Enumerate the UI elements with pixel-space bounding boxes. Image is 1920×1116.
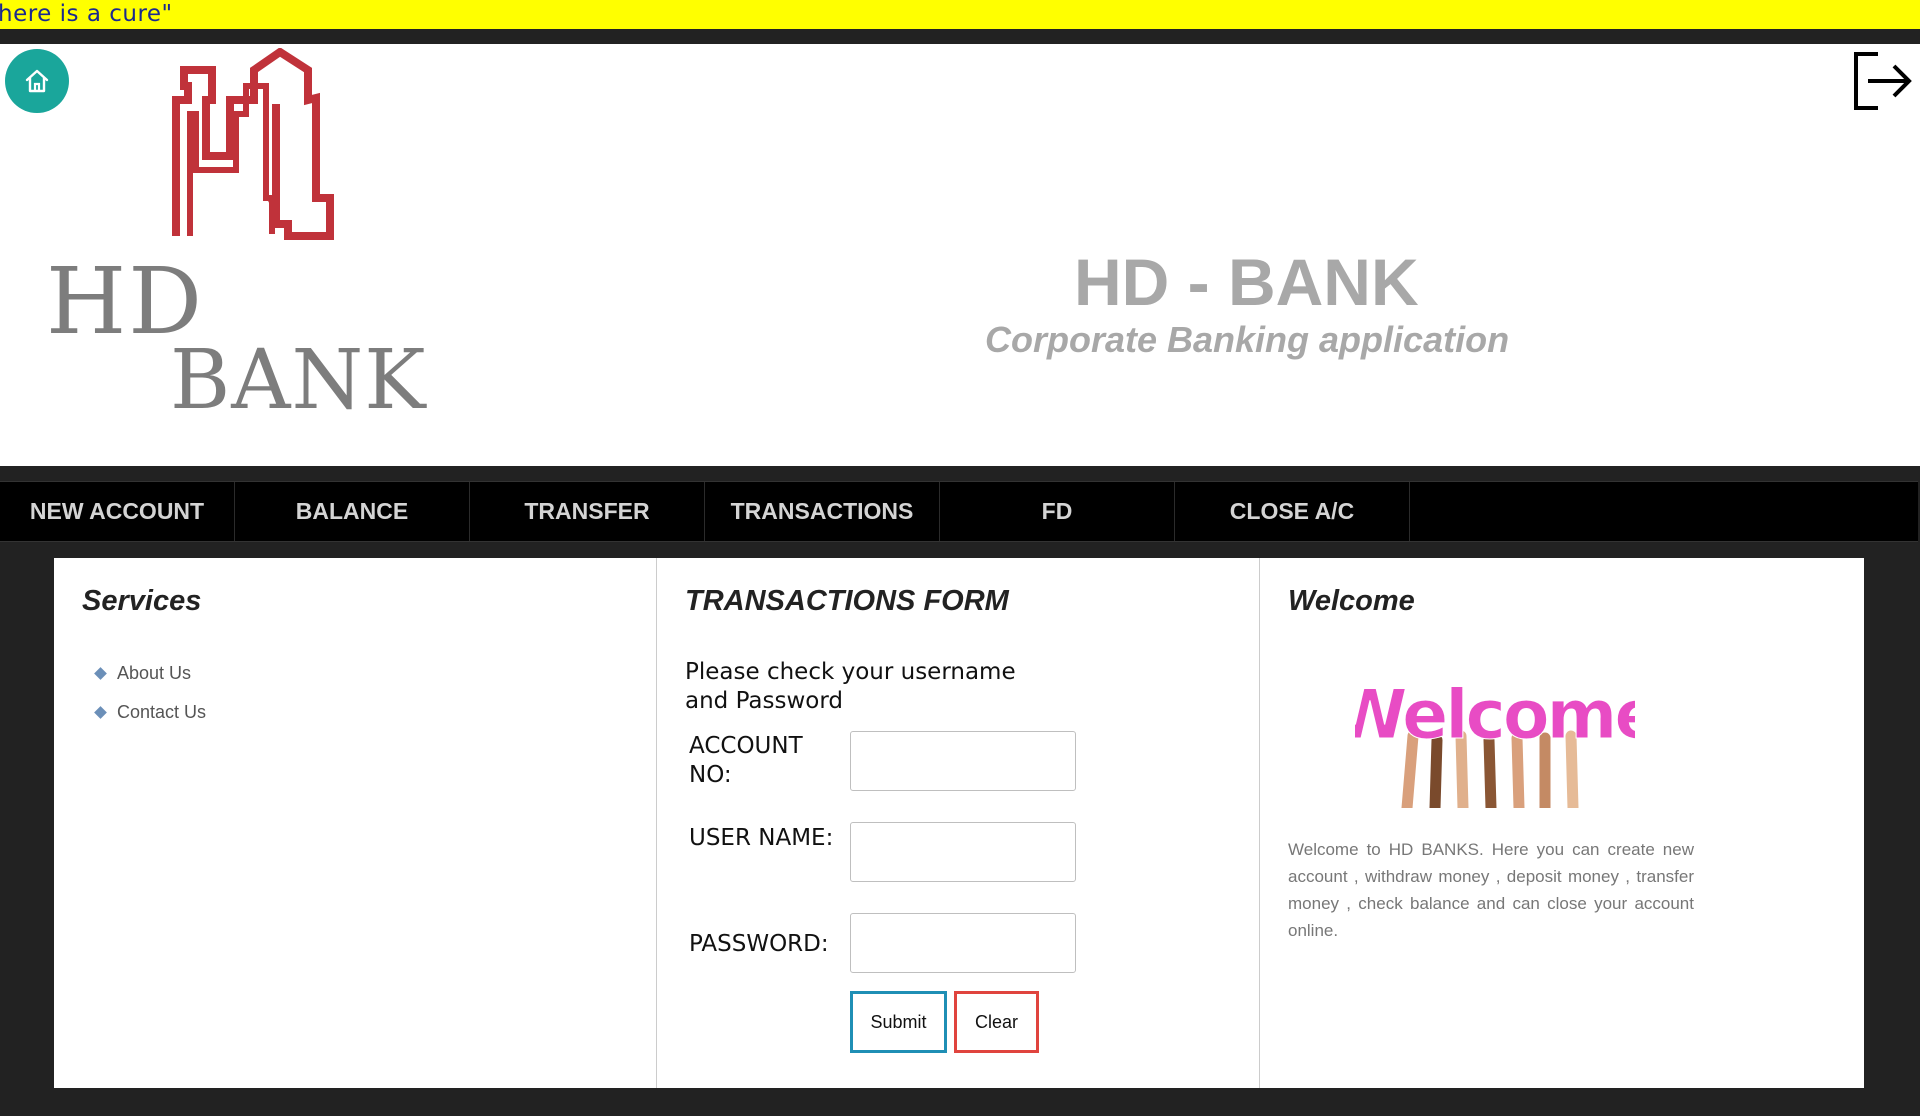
- transactions-form-column: TRANSACTIONS FORM Please check your user…: [657, 558, 1260, 1088]
- nav-item-close-account[interactable]: CLOSE A/C: [1175, 482, 1410, 541]
- service-link-label: Contact Us: [117, 702, 207, 722]
- password-label: PASSWORD:: [689, 931, 829, 957]
- logout-icon: [1854, 52, 1912, 110]
- form-title: TRANSACTIONS FORM: [685, 585, 1009, 617]
- nav-item-transfer[interactable]: TRANSFER: [470, 482, 705, 541]
- account-no-input[interactable]: [850, 731, 1076, 791]
- username-label: USER NAME:: [689, 825, 834, 851]
- bullet-icon: [94, 706, 107, 719]
- main-nav: NEW ACCOUNT BALANCE TRANSFER TRANSACTION…: [0, 481, 1918, 542]
- page-title: HD - BANK: [1074, 245, 1419, 319]
- account-no-label: ACCOUNT NO:: [689, 733, 803, 788]
- nav-item-new-account[interactable]: NEW ACCOUNT: [0, 482, 235, 541]
- marquee-bar: here is a cure": [0, 0, 1920, 29]
- bank-logo: HD BANK: [40, 48, 430, 428]
- welcome-title: Welcome: [1288, 585, 1415, 617]
- nav-item-fd[interactable]: FD: [940, 482, 1175, 541]
- welcome-text: Welcome to HD BANKS. Here you can create…: [1288, 840, 1694, 940]
- content-panel: Services About Us Contact Us TRANSACTION…: [54, 558, 1864, 1088]
- logo-text-bank: BANK: [170, 333, 427, 428]
- submit-button[interactable]: Submit: [850, 991, 947, 1053]
- service-link-about-us[interactable]: About Us: [94, 654, 206, 693]
- form-note: Please check your username and Password: [685, 659, 1016, 714]
- username-input[interactable]: [850, 822, 1076, 882]
- welcome-image-word: Welcome: [1355, 676, 1635, 755]
- services-title: Services: [82, 585, 202, 617]
- services-column: Services About Us Contact Us: [54, 558, 657, 1088]
- nav-item-transactions[interactable]: TRANSACTIONS: [705, 482, 940, 541]
- marquee-text: here is a cure": [0, 1, 173, 27]
- service-link-contact-us[interactable]: Contact Us: [94, 693, 207, 732]
- clear-button[interactable]: Clear: [954, 991, 1039, 1053]
- welcome-hands-image: Welcome: [1355, 676, 1635, 808]
- page-subtitle: Corporate Banking application: [985, 319, 1510, 360]
- password-input[interactable]: [850, 913, 1076, 973]
- nav-item-balance[interactable]: BALANCE: [235, 482, 470, 541]
- building-skyline-icon: [172, 48, 334, 240]
- welcome-column: Welcome Welcome Welcome to HD BANKS. Her…: [1260, 558, 1864, 1088]
- service-link-label: About Us: [117, 663, 192, 683]
- services-list: About Us Contact Us: [94, 654, 207, 732]
- logout-button[interactable]: [1852, 48, 1914, 114]
- bullet-icon: [94, 667, 107, 680]
